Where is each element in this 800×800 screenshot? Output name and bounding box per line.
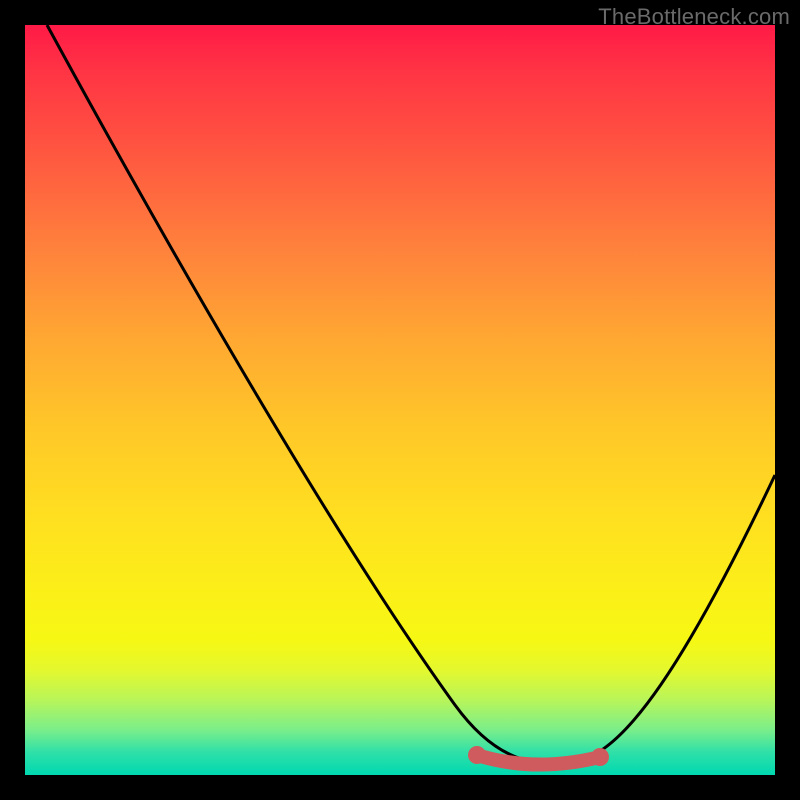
gradient-plot-area bbox=[25, 25, 775, 775]
sweet-spot-marker bbox=[477, 755, 600, 765]
bottleneck-curve bbox=[47, 25, 775, 763]
sweet-spot-start-dot bbox=[468, 746, 486, 764]
sweet-spot-end-dot bbox=[591, 748, 609, 766]
watermark-text: TheBottleneck.com bbox=[598, 4, 790, 30]
plot-svg bbox=[25, 25, 775, 775]
